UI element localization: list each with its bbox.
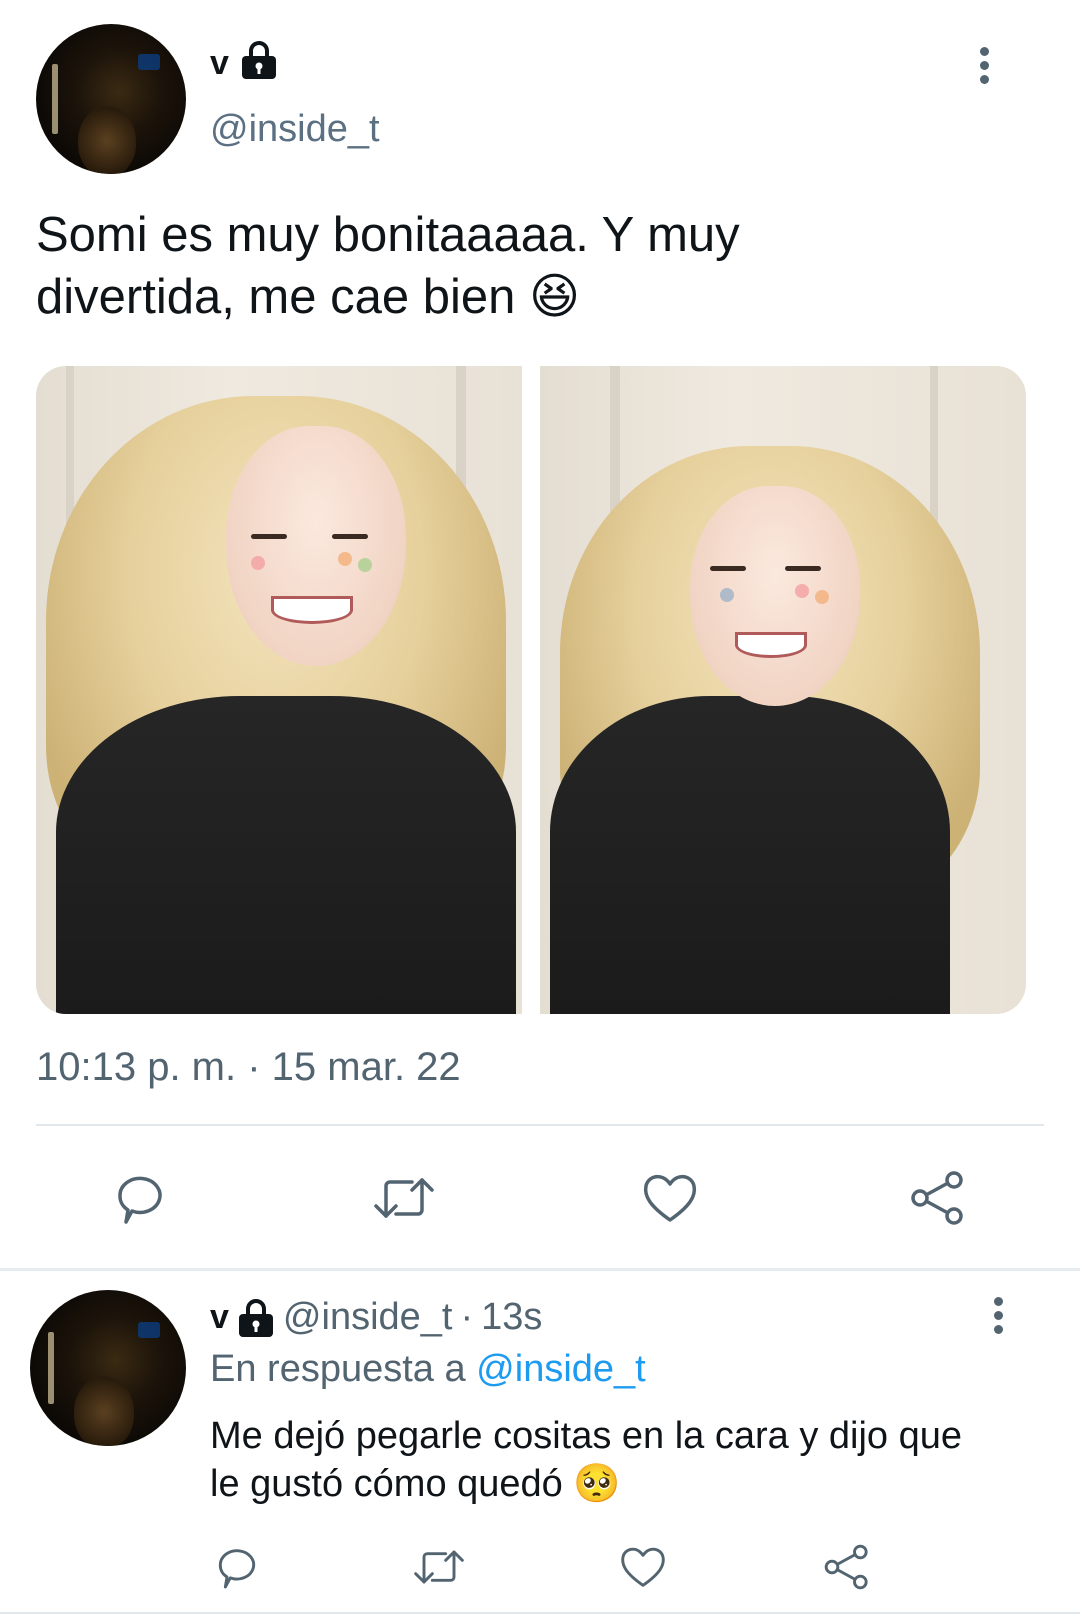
reply-handle[interactable]: @inside_t bbox=[283, 1296, 453, 1339]
reply-reply-button[interactable] bbox=[212, 1542, 262, 1592]
share-button[interactable] bbox=[908, 1168, 968, 1228]
section-divider bbox=[0, 1268, 1080, 1271]
divider bbox=[36, 1124, 1044, 1126]
author-display-name[interactable]: v bbox=[210, 44, 229, 83]
tweet-photo-1[interactable] bbox=[36, 366, 522, 1014]
reply-button[interactable] bbox=[110, 1168, 170, 1228]
meta-separator: · bbox=[460, 1296, 474, 1338]
reply-text: Me dejó pegarle cositas en la cara y dij… bbox=[210, 1415, 963, 1505]
reply-author-avatar[interactable] bbox=[30, 1290, 186, 1446]
like-icon bbox=[621, 1547, 665, 1587]
tweet-text: Somi es muy bonitaaaaa. Y muy divertida,… bbox=[36, 208, 740, 324]
retweet-icon bbox=[374, 1178, 434, 1218]
in-reply-to-label: En respuesta a @inside_t bbox=[210, 1348, 646, 1391]
share-icon bbox=[911, 1171, 963, 1225]
more-options-button[interactable] bbox=[964, 42, 1004, 102]
reply-icon bbox=[218, 1549, 256, 1589]
tweet-timestamp[interactable]: 10:13 p. m. · 15 mar. 22 bbox=[36, 1045, 461, 1090]
reply-like-button[interactable] bbox=[618, 1542, 668, 1592]
retweet-button[interactable] bbox=[372, 1168, 436, 1228]
like-button[interactable] bbox=[640, 1168, 700, 1228]
share-icon bbox=[824, 1544, 868, 1590]
author-handle[interactable]: @inside_t bbox=[210, 108, 380, 151]
reply-icon bbox=[118, 1176, 162, 1224]
in-reply-prefix: En respuesta a bbox=[210, 1348, 466, 1390]
reply-header: v @inside_t · 13s bbox=[210, 1296, 542, 1339]
lock-icon bbox=[237, 1298, 275, 1338]
bottom-divider bbox=[0, 1612, 1080, 1614]
lock-icon bbox=[240, 40, 278, 80]
like-icon bbox=[643, 1174, 697, 1222]
author-avatar[interactable] bbox=[36, 24, 186, 174]
reply-retweet-button[interactable] bbox=[412, 1542, 466, 1592]
reply-share-button[interactable] bbox=[822, 1542, 872, 1592]
retweet-icon bbox=[414, 1550, 464, 1584]
reply-age[interactable]: 13s bbox=[481, 1296, 542, 1339]
reply-display-name[interactable]: v bbox=[210, 1298, 229, 1337]
tweet-photo-2[interactable] bbox=[540, 366, 1026, 1014]
reply-more-options-button[interactable] bbox=[978, 1292, 1018, 1352]
in-reply-handle-link[interactable]: @inside_t bbox=[476, 1348, 646, 1390]
